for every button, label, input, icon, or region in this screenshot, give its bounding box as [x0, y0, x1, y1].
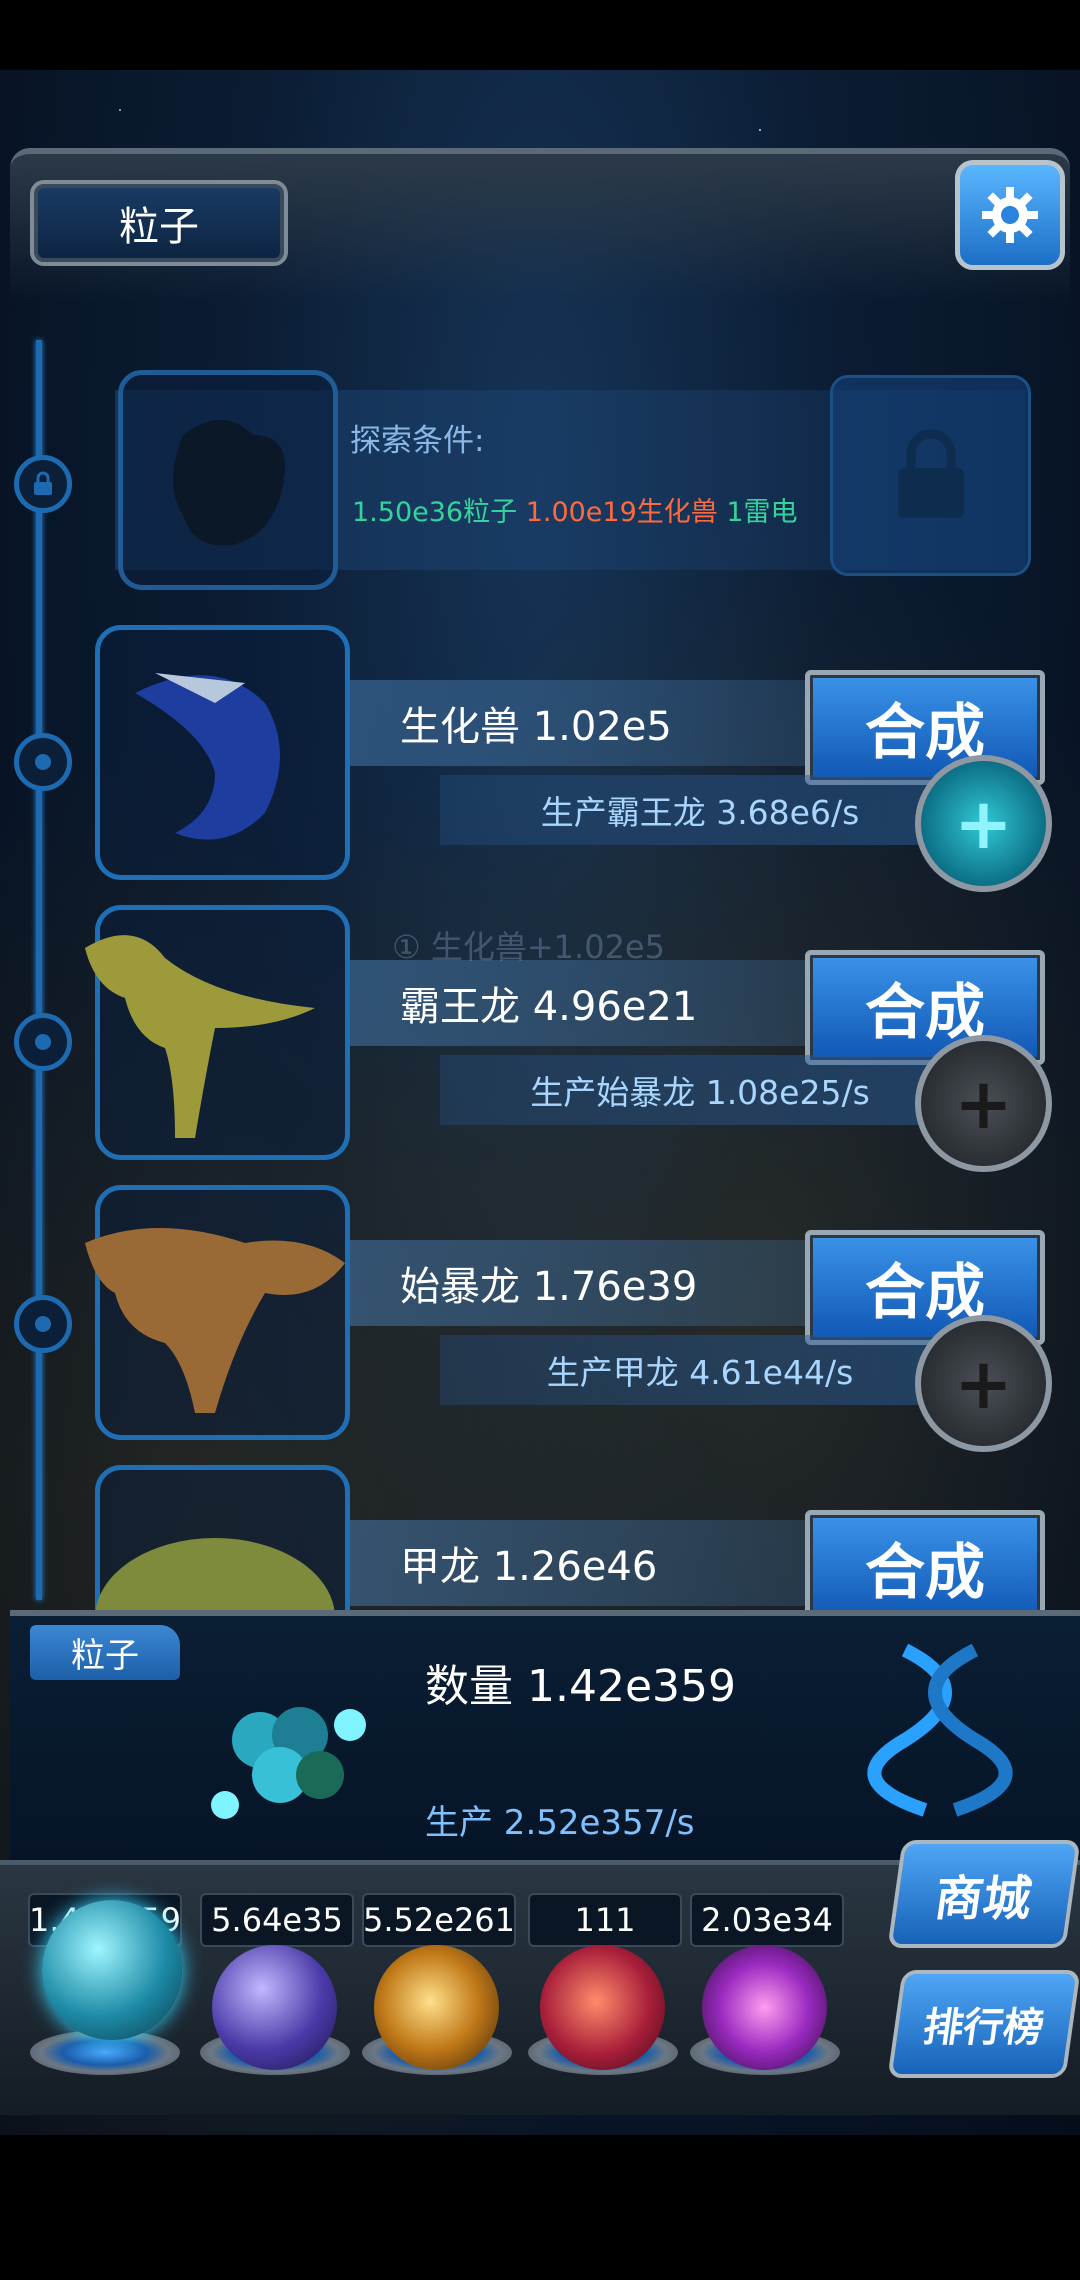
gear-icon	[982, 187, 1038, 243]
ranking-button[interactable]: 排行榜	[887, 1970, 1080, 2078]
trex-portrait	[70, 905, 360, 1150]
upgrade-plus-button[interactable]: +	[915, 755, 1052, 892]
tyrannosaur-icon	[85, 1227, 345, 1413]
fire-orb[interactable]	[374, 1945, 499, 2070]
shop-label: 商城	[931, 1871, 1036, 1927]
locked-creature-silhouette	[118, 370, 338, 590]
thunder-orb[interactable]	[212, 1945, 337, 2070]
particle-count: 数量 1.42e359	[425, 1661, 737, 1712]
creature-row-ankylosaur: 甲龙 1.26e46 合成	[0, 1465, 1080, 1610]
resource-value-fire: 5.52e261	[362, 1893, 516, 1947]
lock-icon	[34, 471, 52, 495]
resource-value-thunder: 5.64e35	[200, 1893, 354, 1947]
plus-icon: +	[954, 1342, 1013, 1425]
plus-icon: +	[954, 782, 1013, 865]
cond-creature: 1.00e19生化兽	[525, 497, 718, 528]
resource-value-vortex: 2.03e34	[690, 1893, 844, 1947]
ankylosaur-portrait	[70, 1465, 360, 1610]
creature-production: 生产甲龙 4.61e44/s	[440, 1335, 960, 1405]
explore-condition-title: 探索条件:	[350, 423, 485, 459]
particle-production: 生产 2.52e357/s	[425, 1803, 695, 1843]
ankylosaur-icon	[95, 1537, 335, 1610]
upgrade-plus-button[interactable]: +	[915, 1035, 1052, 1172]
shop-button[interactable]: 商城	[887, 1840, 1080, 1948]
particle-tab-label: 粒子	[119, 204, 199, 250]
lock-icon	[897, 429, 964, 518]
status-tab-label: 粒子	[71, 1636, 139, 1676]
particle-cluster-icon	[211, 1707, 366, 1819]
upgrade-plus-button[interactable]: +	[915, 1315, 1052, 1452]
dna-icon-area	[845, 1630, 1045, 1820]
cond-thunder: 1雷电	[726, 497, 798, 528]
creature-production: 生产始暴龙 1.08e25/s	[440, 1055, 960, 1125]
plus-icon: +	[954, 1062, 1013, 1145]
ranking-label: 排行榜	[920, 2005, 1047, 2051]
creature-row-tyrannosaur: 始暴龙 1.76e39 合成 生产甲龙 4.61e44/s +	[0, 1185, 1080, 1452]
creature-row-biochem: 生化兽 1.02e5 合成 生产霸王龙 3.68e6/s +	[0, 625, 1080, 892]
status-tab: 粒子	[30, 1625, 180, 1680]
rail-lock-node	[14, 455, 72, 513]
vortex-orb[interactable]	[702, 1945, 827, 2070]
locked-button[interactable]	[830, 375, 1031, 576]
dna-icon	[867, 1643, 1013, 1817]
resource-value-brain: 111	[528, 1893, 682, 1947]
floating-gain-text: ① 生化兽+1.02e5	[392, 928, 665, 966]
creature-production: 生产霸王龙 3.68e6/s	[440, 775, 960, 845]
combine-button[interactable]: 合成	[805, 1510, 1045, 1610]
settings-button[interactable]	[955, 160, 1065, 270]
tyrannosaur-portrait	[70, 1185, 360, 1430]
biochem-beast-icon	[135, 672, 280, 840]
cond-particles: 1.50e36粒子	[352, 497, 518, 528]
particle-orb[interactable]	[42, 1900, 182, 2040]
particle-cluster	[200, 1680, 380, 1830]
creature-silhouette-icon	[173, 420, 285, 546]
trex-icon	[85, 934, 315, 1138]
explore-condition: 1.50e36粒子 1.00e19生化兽 1雷电	[352, 490, 798, 529]
particle-tab[interactable]: 粒子	[30, 180, 288, 266]
biochem-beast-portrait	[70, 625, 360, 870]
brain-orb[interactable]	[540, 1945, 665, 2070]
